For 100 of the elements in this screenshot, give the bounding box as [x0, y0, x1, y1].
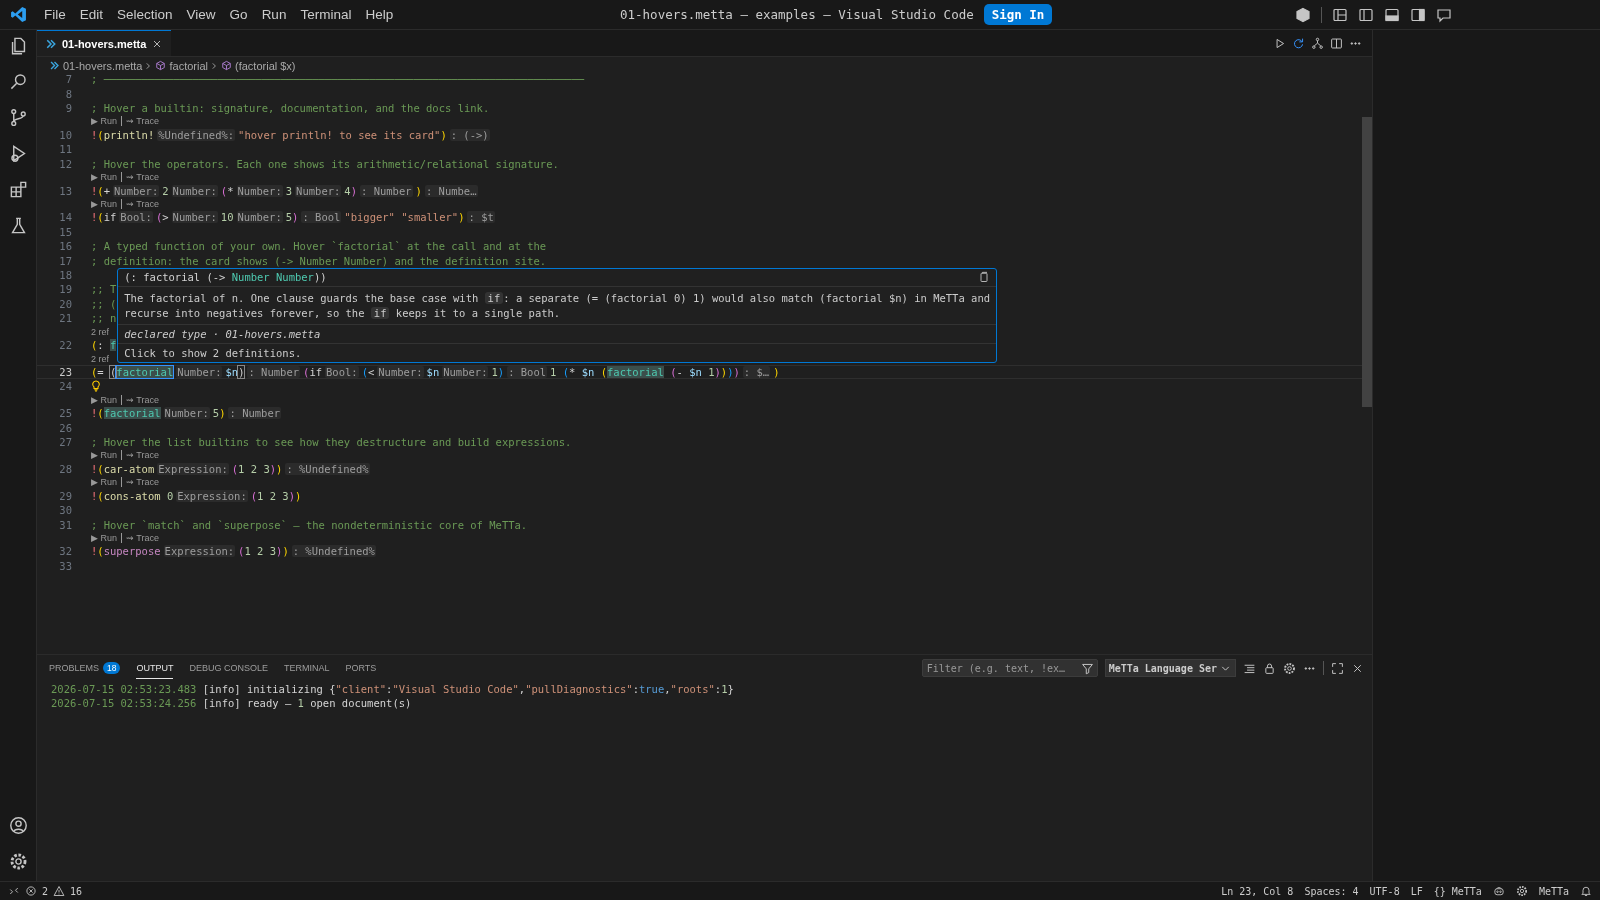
panel-tab[interactable]: TERMINAL	[284, 657, 330, 679]
status-item[interactable]: Spaces: 4	[1304, 885, 1359, 897]
error-count[interactable]: 2	[42, 885, 49, 897]
app-logo-icon[interactable]	[10, 6, 27, 23]
codelens-link[interactable]: ⇝ Trace	[121, 199, 160, 209]
notifications-icon[interactable]	[1580, 885, 1592, 897]
cube-icon[interactable]	[1295, 6, 1311, 23]
menu-item[interactable]: File	[37, 7, 73, 22]
copilot-icon[interactable]	[1492, 885, 1505, 897]
menu-item[interactable]: View	[179, 7, 223, 22]
status-item[interactable]: MeTTa	[1538, 885, 1569, 897]
codelens-link[interactable]: ▶ Run	[91, 450, 117, 461]
codelens-link[interactable]: ▶ Run	[91, 394, 117, 405]
codelens-link[interactable]: ▶ Run	[91, 477, 117, 488]
line-number: 9	[64, 101, 72, 114]
refresh-icon[interactable]	[1292, 36, 1305, 50]
line-number: 14	[58, 211, 72, 224]
maximize-icon[interactable]	[1331, 661, 1344, 675]
chat-icon[interactable]	[1436, 6, 1452, 23]
warning-count[interactable]: 16	[70, 885, 83, 897]
line-number: 30	[58, 504, 72, 517]
panel-toggle-icon[interactable]	[1384, 6, 1400, 23]
remote-icon[interactable]	[8, 885, 20, 897]
copy-icon[interactable]	[978, 271, 991, 283]
line-number: 25	[58, 407, 72, 420]
code-line: !(cons-atom 0 Expression: (1 2 3))	[91, 489, 302, 502]
hover-description: The factorial of n. One clause guards the base case with if : a separate (= (factorial 0) 1) would also match (factorial $n) in MeTTa and recurse into negatives forever, so the if keeps it to a single path.	[118, 287, 997, 326]
secondary-sidebar-icon[interactable]	[1410, 6, 1426, 23]
lock-icon[interactable]	[1263, 661, 1276, 675]
status-item[interactable]: {} MeTTa	[1433, 885, 1482, 897]
codelens-link[interactable]: ⇝ Trace	[121, 533, 160, 543]
show-definitions-link[interactable]: Click to show 2 definitions.	[118, 344, 997, 363]
code-line: ; Hover the list builtins to see how they destructure and build expressions.	[91, 436, 572, 448]
status-item[interactable]: Ln 23, Col 8	[1221, 885, 1294, 897]
status-item[interactable]: UTF-8	[1369, 885, 1400, 897]
menu-item[interactable]: Terminal	[293, 7, 359, 22]
menu-item[interactable]: Go	[222, 7, 255, 22]
run-icon[interactable]	[1273, 36, 1286, 50]
line-number: 20	[58, 297, 72, 310]
codelens-link[interactable]: ▶ Run	[91, 116, 117, 127]
panel-tab[interactable]: OUTPUT	[136, 657, 174, 679]
code-line: (= (factorial Number: $n) : Number (if Bool: (< Number: $n Number: 1) : Bool 1 (* $n (factorial (- $n 1)))) : $… )	[91, 365, 780, 378]
sign-in-button[interactable]: Sign In	[983, 4, 1053, 25]
primary-sidebar-icon[interactable]	[1358, 6, 1374, 23]
split-editor-icon[interactable]	[1330, 36, 1343, 50]
codelens-link[interactable]: 2 ref	[91, 326, 109, 337]
codelens-link[interactable]: ⇝ Trace	[121, 394, 160, 405]
line-number: 33	[58, 559, 72, 572]
lightbulb-icon[interactable]	[91, 380, 101, 393]
codelens-link[interactable]: ⇝ Trace	[121, 477, 160, 488]
status-item[interactable]: LF	[1410, 885, 1423, 897]
panel-tab[interactable]: DEBUG CONSOLE	[189, 657, 268, 679]
settings-icon[interactable]	[1283, 661, 1296, 675]
layout-icon[interactable]	[1332, 6, 1348, 23]
line-number: 16	[58, 240, 72, 253]
codelens-link[interactable]: ▶ Run	[91, 199, 117, 209]
line-number: 32	[58, 545, 72, 558]
breadcrumb-item[interactable]: 01-hovers.metta	[63, 59, 143, 72]
menu-item[interactable]: Edit	[72, 7, 111, 22]
code-line: !(println! %Undefined%: "hover println! to see its card") : (->)	[91, 128, 491, 141]
line-number: 15	[58, 225, 72, 238]
line-number: 12	[58, 157, 72, 170]
codelens-link[interactable]: ⇝ Trace	[121, 450, 160, 461]
codelens-link[interactable]: ▶ Run	[91, 172, 117, 183]
code-line: ; Hover a builtin: signature, documentation, and the docs link.	[91, 101, 490, 114]
code-line: ; definition: the card shows (-> Number Number) and the definition site.	[91, 254, 547, 267]
chevron-icon	[145, 61, 153, 70]
gear-icon[interactable]	[1515, 885, 1528, 897]
tree-icon[interactable]	[1311, 36, 1324, 50]
menu-item[interactable]: Help	[358, 7, 401, 22]
code-line: ; Hover the operators. Each one shows its arithmetic/relational signature.	[91, 157, 559, 170]
panel-tab[interactable]: PORTS	[345, 657, 377, 679]
cube-icon	[221, 60, 232, 71]
codelens-link[interactable]: ⇝ Trace	[121, 172, 160, 183]
codelens-link[interactable]: 2 ref	[91, 353, 109, 364]
scrollbar-thumb[interactable]	[1362, 117, 1372, 407]
code-line: !(superpose Expression: (1 2 3)) : %Undefined%	[91, 545, 377, 558]
settings-icon[interactable]	[8, 852, 28, 871]
source-control-icon[interactable]	[8, 108, 28, 127]
line-number: 10	[58, 128, 72, 141]
menu-item[interactable]: Selection	[110, 7, 180, 22]
line-number: 7	[64, 74, 72, 86]
line-number: 19	[58, 283, 72, 296]
codelens-link[interactable]: ▶ Run	[91, 533, 117, 543]
extensions-icon[interactable]	[8, 180, 28, 199]
run-debug-icon[interactable]	[8, 144, 28, 163]
filter-field[interactable]: Filter (e.g. text, !ex…	[921, 659, 1098, 677]
code-line: ;; n	[91, 312, 117, 325]
codelens-link[interactable]: ⇝ Trace	[121, 116, 160, 127]
account-icon[interactable]	[8, 816, 28, 835]
menu-item[interactable]: Run	[254, 7, 294, 22]
panel-tab[interactable]: PROBLEMS 18	[49, 657, 121, 679]
output-channel-dropdown[interactable]: MeTTa Language Ser	[1104, 659, 1236, 677]
filter-icon[interactable]	[1080, 661, 1094, 675]
search-icon[interactable]	[8, 72, 28, 91]
editor-tab[interactable]: 01-hovers.metta	[37, 30, 172, 56]
breadcrumb-item[interactable]: (factorial $x)	[235, 59, 296, 72]
hover-source: declared type · 01-hovers.metta	[118, 325, 997, 345]
log-line: 2026-07-15 02:53:23.483 [info] initializing {"client":"Visual Studio Code","pullDiagnostics":true,"roots":1}	[51, 683, 735, 697]
breadcrumb-item[interactable]: factorial	[169, 59, 208, 72]
